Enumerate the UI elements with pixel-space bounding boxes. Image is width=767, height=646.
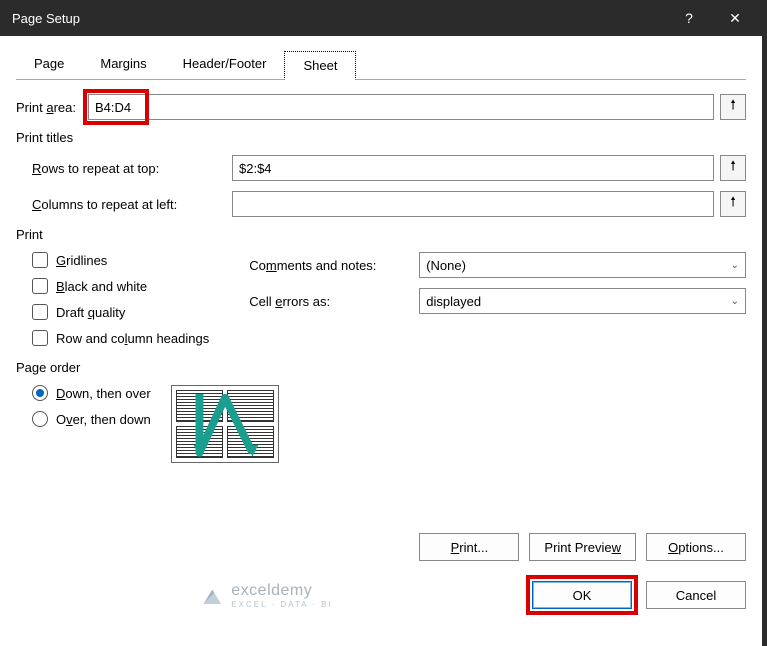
gridlines-label: Gridlines <box>56 253 107 268</box>
checkbox-icon <box>32 304 48 320</box>
cancel-button[interactable]: Cancel <box>646 581 746 609</box>
blackwhite-checkbox-row[interactable]: Black and white <box>32 278 209 294</box>
print-area-row: Print area: 🠕 <box>16 94 746 120</box>
rows-to-repeat-input[interactable] <box>232 155 714 181</box>
over-then-down-label: Over, then down <box>56 412 151 427</box>
help-button[interactable]: ? <box>666 0 712 36</box>
arrow-up-icon: 🠕 <box>730 157 736 179</box>
titlebar: Page Setup ? ✕ <box>0 0 762 36</box>
cols-to-repeat-row: Columns to repeat at left: 🠕 <box>32 191 746 217</box>
down-then-over-radio[interactable]: Down, then over <box>32 385 151 401</box>
draft-label: Draft quality <box>56 305 125 320</box>
collapse-dialog-icon[interactable]: 🠕 <box>720 94 746 120</box>
print-heading: Print <box>16 227 746 242</box>
arrow-up-icon: 🠕 <box>730 96 736 118</box>
blackwhite-label: Black and white <box>56 279 147 294</box>
radio-icon <box>32 385 48 401</box>
chevron-down-icon: ⌄ <box>731 260 739 271</box>
brand-logo-icon <box>201 586 223 604</box>
cellerrors-value: displayed <box>426 294 481 309</box>
brand: exceldemy EXCEL · DATA · BI <box>16 582 518 609</box>
cols-to-repeat-input[interactable] <box>232 191 714 217</box>
print-area-input[interactable] <box>88 94 714 120</box>
ok-button[interactable]: OK <box>532 581 632 609</box>
rows-to-repeat-row: Rows to repeat at top: 🠕 <box>32 155 746 181</box>
brand-sub: EXCEL · DATA · BI <box>231 600 332 609</box>
options-button[interactable]: Options... <box>646 533 746 561</box>
pageorder-preview <box>171 385 279 463</box>
radio-icon <box>32 411 48 427</box>
comments-select[interactable]: (None) ⌄ <box>419 252 746 278</box>
close-button[interactable]: ✕ <box>712 0 758 36</box>
tab-margins[interactable]: Margins <box>82 50 164 79</box>
tab-sheet[interactable]: Sheet <box>284 51 356 80</box>
collapse-dialog-icon[interactable]: 🠕 <box>720 155 746 181</box>
print-preview-button[interactable]: Print Preview <box>529 533 636 561</box>
over-then-down-radio[interactable]: Over, then down <box>32 411 151 427</box>
comments-value: (None) <box>426 258 466 273</box>
pageorder-heading: Page order <box>16 360 746 375</box>
rowcolhead-checkbox-row[interactable]: Row and column headings <box>32 330 209 346</box>
print-titles-heading: Print titles <box>16 130 746 145</box>
tabs: Page Margins Header/Footer Sheet <box>16 50 746 80</box>
draft-checkbox-row[interactable]: Draft quality <box>32 304 209 320</box>
collapse-dialog-icon[interactable]: 🠕 <box>720 191 746 217</box>
window-title: Page Setup <box>12 11 666 26</box>
rows-to-repeat-label: Rows to repeat at top: <box>32 161 232 176</box>
brand-name: exceldemy <box>231 582 332 600</box>
rowcolhead-label: Row and column headings <box>56 331 209 346</box>
chevron-down-icon: ⌄ <box>731 296 739 307</box>
gridlines-checkbox-row[interactable]: Gridlines <box>32 252 209 268</box>
cellerrors-select[interactable]: displayed ⌄ <box>419 288 746 314</box>
down-then-over-label: Down, then over <box>56 386 151 401</box>
checkbox-icon <box>32 252 48 268</box>
cols-to-repeat-label: Columns to repeat at left: <box>32 197 232 212</box>
comments-label: Comments and notes: <box>249 258 419 273</box>
tab-page[interactable]: Page <box>16 50 82 79</box>
cellerrors-label: Cell errors as: <box>249 294 419 309</box>
tab-header-footer[interactable]: Header/Footer <box>165 50 285 79</box>
print-area-label: Print area: <box>16 100 76 115</box>
checkbox-icon <box>32 330 48 346</box>
checkbox-icon <box>32 278 48 294</box>
arrow-up-icon: 🠕 <box>730 193 736 215</box>
print-button[interactable]: Print... <box>419 533 519 561</box>
